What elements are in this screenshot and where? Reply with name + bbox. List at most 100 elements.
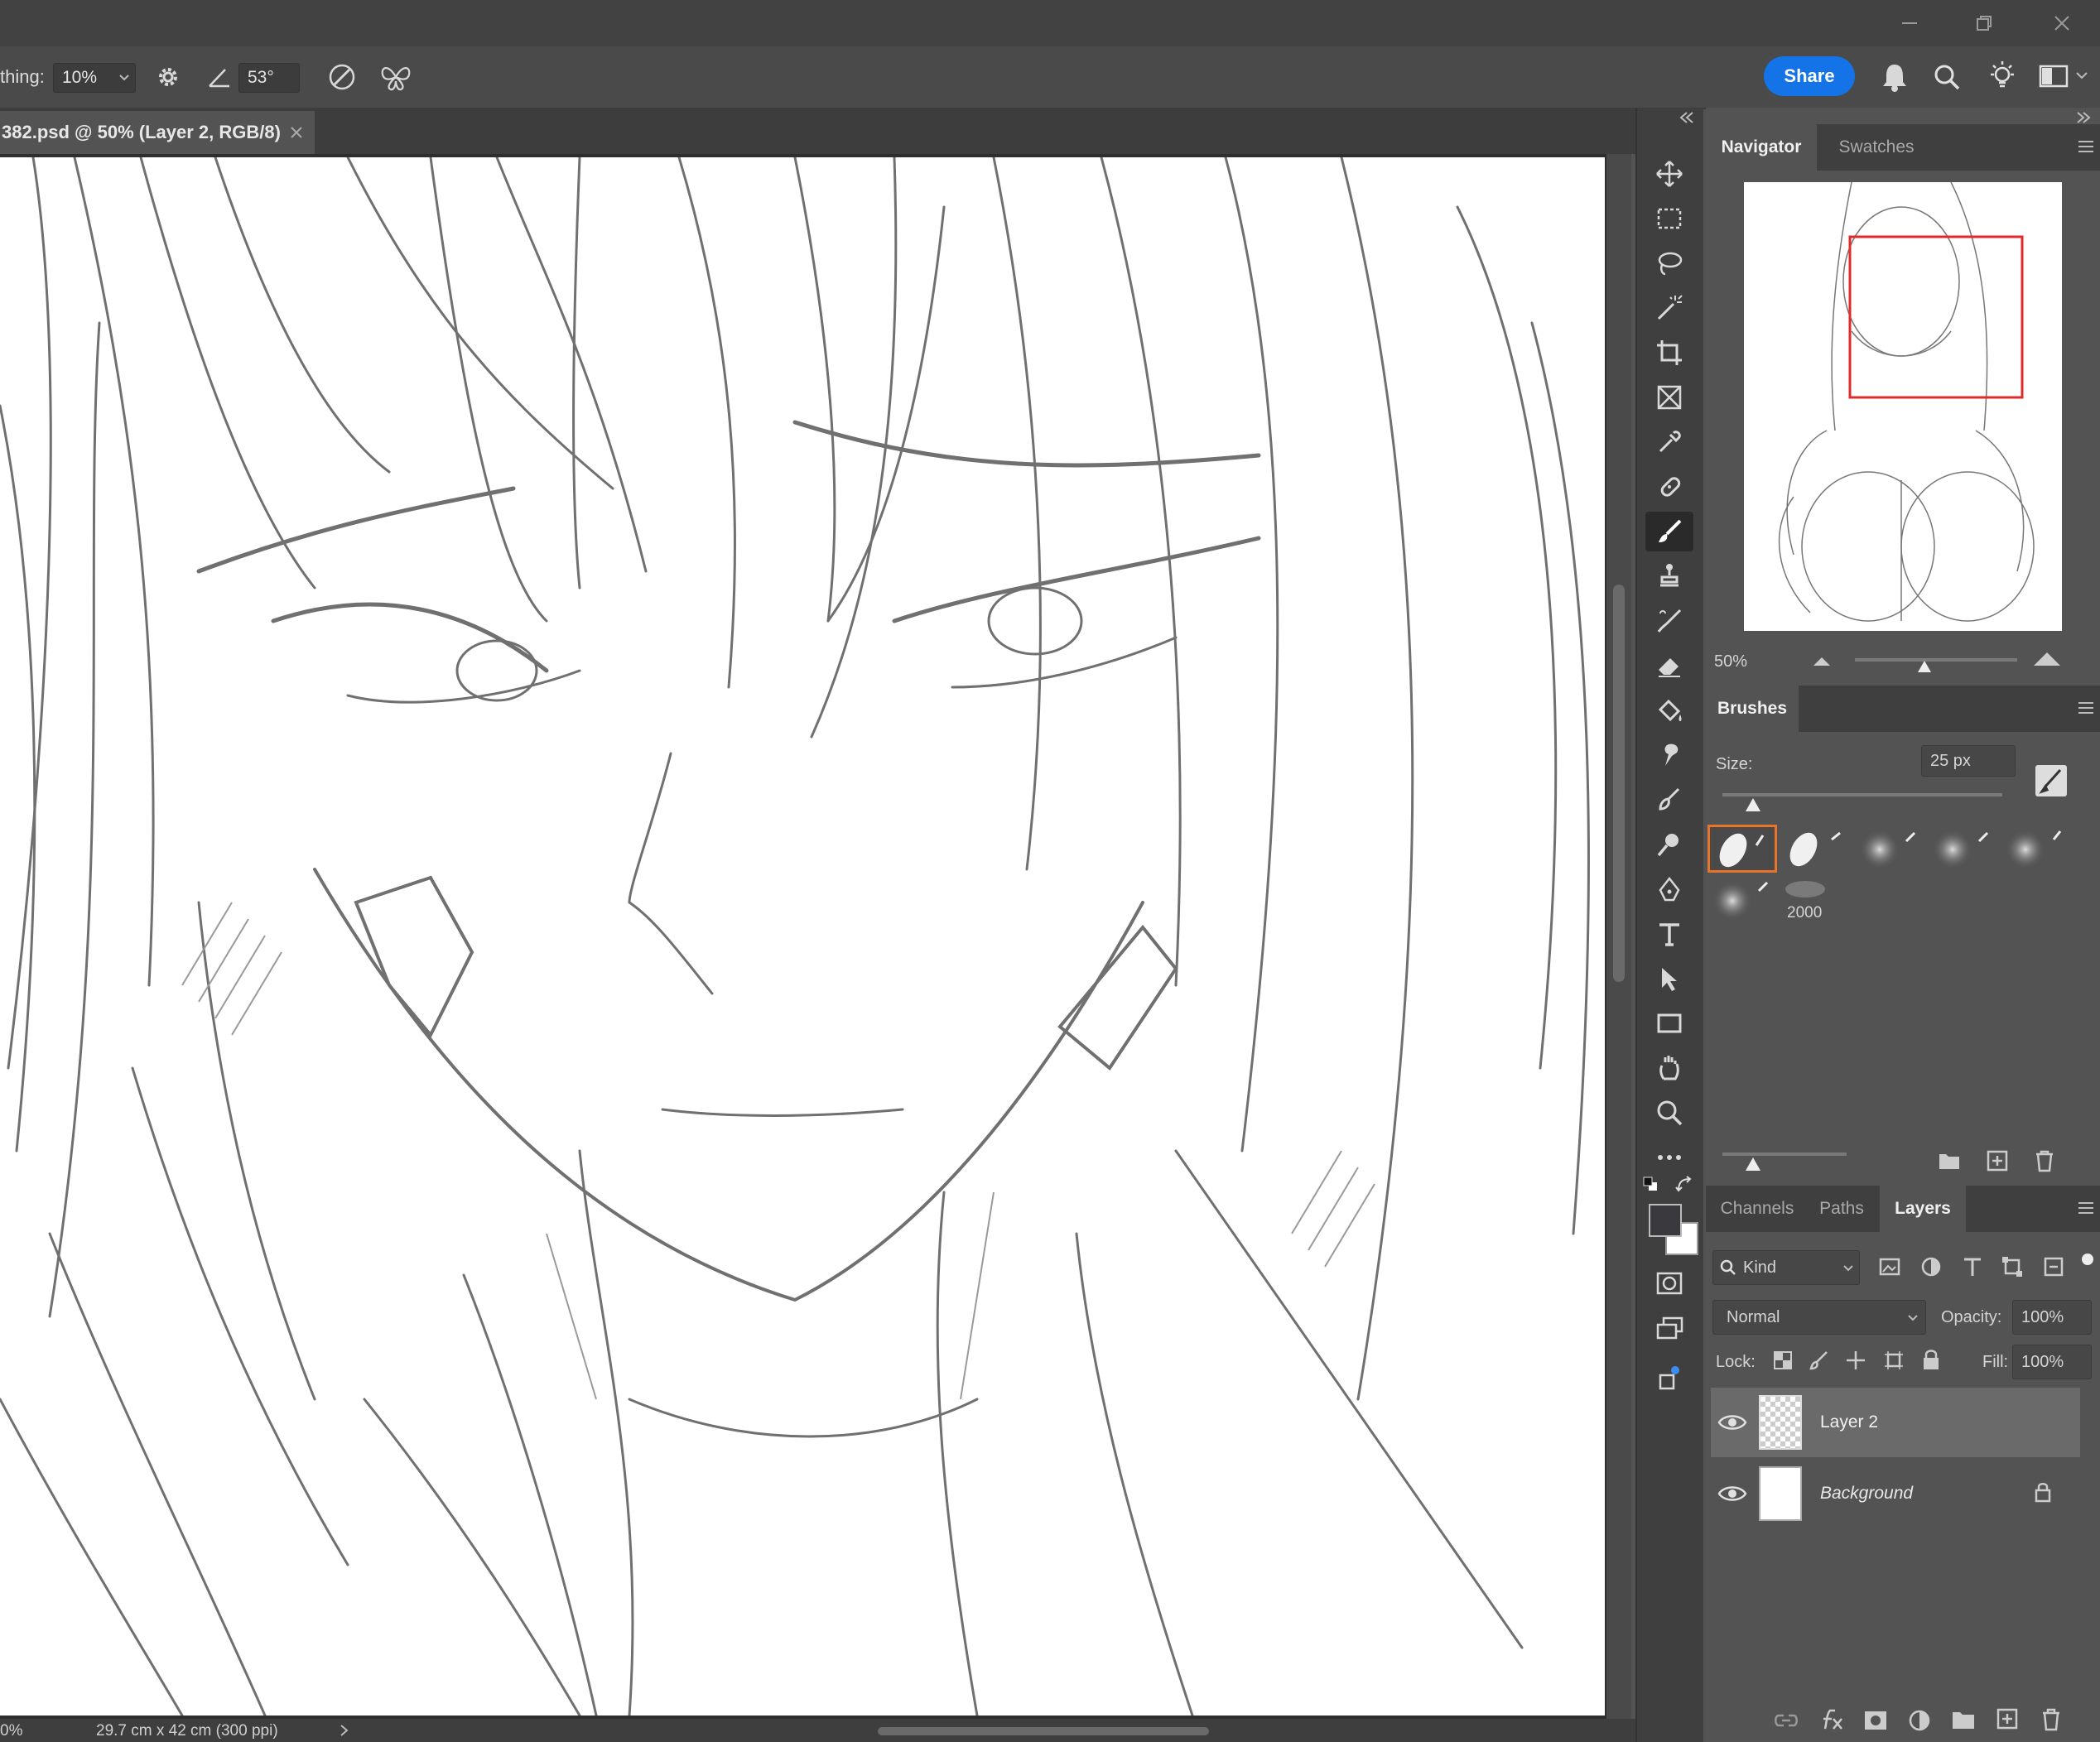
brush-preset-3[interactable] bbox=[1855, 825, 1924, 873]
rotate-view-tool[interactable] bbox=[1645, 1048, 1693, 1088]
minimize-button[interactable] bbox=[1876, 0, 1943, 46]
foreground-color-swatch[interactable] bbox=[1649, 1204, 1682, 1237]
default-colors-icon[interactable] bbox=[1642, 1176, 1659, 1192]
zoom-slider-handle[interactable] bbox=[1916, 659, 1933, 674]
smoothing-field[interactable]: 10% bbox=[53, 63, 136, 93]
brush-size-slider[interactable] bbox=[1722, 793, 2002, 796]
layer-name[interactable]: Layer 2 bbox=[1820, 1412, 1878, 1432]
navigator-preview[interactable] bbox=[1744, 182, 2062, 631]
layer-row-layer-2[interactable]: Layer 2 bbox=[1711, 1388, 2080, 1457]
drawing-canvas[interactable] bbox=[0, 157, 1605, 1716]
brush-settings-gear-icon[interactable] bbox=[154, 63, 182, 91]
group-folder-icon[interactable] bbox=[1951, 1709, 1976, 1730]
rectangle-tool[interactable] bbox=[1645, 1003, 1693, 1043]
history-brush-tool[interactable] bbox=[1645, 601, 1693, 641]
adjustment-layer-filter-icon[interactable] bbox=[1919, 1255, 1943, 1278]
layer-name[interactable]: Background bbox=[1820, 1484, 1913, 1504]
horizontal-scrollbar-thumb[interactable] bbox=[878, 1727, 1209, 1735]
smudge-tool[interactable] bbox=[1645, 735, 1693, 775]
workspace-icon[interactable] bbox=[2039, 63, 2090, 89]
vertical-scrollbar[interactable] bbox=[1606, 154, 1631, 1719]
restore-button[interactable] bbox=[1951, 0, 2017, 46]
frame-tool[interactable] bbox=[1645, 378, 1693, 417]
eye-icon[interactable] bbox=[1717, 1412, 1747, 1432]
collapse-left-icon[interactable] bbox=[1679, 111, 1695, 124]
brush-preset-6[interactable] bbox=[1707, 876, 1777, 924]
add-brush-icon[interactable] bbox=[1986, 1149, 2009, 1172]
brush-preset-7[interactable]: 2000 bbox=[1782, 876, 1852, 926]
layer-row-background[interactable]: Background bbox=[1711, 1459, 2080, 1528]
tab-layers[interactable]: Layers bbox=[1880, 1186, 1966, 1232]
link-layers-icon[interactable] bbox=[1774, 1711, 1799, 1730]
angle-field[interactable]: 53° bbox=[238, 63, 300, 93]
eye-icon[interactable] bbox=[1717, 1484, 1747, 1504]
symmetry-butterfly-icon[interactable] bbox=[379, 61, 412, 93]
lock-artboard-icon[interactable] bbox=[1883, 1350, 1905, 1371]
document-tab[interactable]: 382.psd @ 50% (Layer 2, RGB/8) bbox=[0, 111, 315, 154]
layer-filter-kind[interactable]: Kind bbox=[1712, 1250, 1860, 1285]
brush-preview-slider[interactable] bbox=[1722, 1153, 1847, 1156]
pressure-opacity-icon[interactable] bbox=[326, 61, 358, 93]
clone-stamp-tool[interactable] bbox=[1645, 556, 1693, 596]
paint-bucket-tool[interactable] bbox=[1645, 691, 1693, 730]
brush-preview-slider-handle[interactable] bbox=[1744, 1156, 1762, 1172]
close-window-button[interactable] bbox=[2029, 0, 2095, 46]
search-icon[interactable] bbox=[1933, 63, 1961, 91]
discover-lightbulb-icon[interactable] bbox=[1986, 60, 2019, 93]
panel-menu-icon[interactable] bbox=[2077, 1201, 2095, 1215]
chevron-right-icon[interactable] bbox=[340, 1724, 349, 1737]
bell-icon[interactable] bbox=[1880, 61, 1910, 93]
brush-preset-5[interactable] bbox=[2001, 825, 2070, 873]
type-tool[interactable] bbox=[1645, 914, 1693, 954]
crop-tool[interactable] bbox=[1645, 333, 1693, 373]
tab-swatches[interactable]: Swatches bbox=[1827, 124, 1926, 171]
dodge-tool[interactable] bbox=[1645, 825, 1693, 864]
tab-navigator[interactable]: Navigator bbox=[1706, 124, 1817, 171]
new-layer-icon[interactable] bbox=[1996, 1707, 2019, 1730]
folder-icon[interactable] bbox=[1938, 1151, 1961, 1171]
zoom-in-mountain-icon[interactable] bbox=[2032, 651, 2062, 667]
trash-icon[interactable] bbox=[2034, 1149, 2055, 1172]
brush-size-slider-handle[interactable] bbox=[1744, 796, 1762, 813]
pen-tool[interactable] bbox=[1645, 869, 1693, 909]
tab-brushes[interactable]: Brushes bbox=[1706, 686, 1799, 732]
layer-style-fx-icon[interactable] bbox=[1817, 1707, 1845, 1732]
marquee-tool[interactable] bbox=[1645, 199, 1693, 238]
eraser-tool[interactable] bbox=[1645, 646, 1693, 686]
path-selection-tool[interactable] bbox=[1645, 959, 1693, 999]
panel-menu-icon[interactable] bbox=[2077, 139, 2095, 154]
lasso-tool[interactable] bbox=[1645, 243, 1693, 283]
blend-mode-select[interactable]: Normal bbox=[1712, 1300, 1926, 1335]
move-tool[interactable] bbox=[1645, 154, 1693, 194]
scrollbar-thumb[interactable] bbox=[1613, 585, 1625, 982]
lock-all-icon[interactable] bbox=[1921, 1348, 1941, 1371]
mixer-brush-tool[interactable] bbox=[1645, 780, 1693, 820]
share-button[interactable]: Share bbox=[1764, 56, 1855, 96]
shape-layer-filter-icon[interactable] bbox=[2001, 1255, 2024, 1278]
panel-menu-icon[interactable] bbox=[2077, 700, 2095, 715]
brush-size-field[interactable]: 25 px bbox=[1921, 745, 2016, 777]
zoom-out-mountain-icon[interactable] bbox=[1812, 654, 1832, 667]
navigator-zoom-value[interactable]: 50% bbox=[1714, 652, 1747, 671]
filter-toggle-icon[interactable] bbox=[2082, 1254, 2093, 1265]
pixel-layer-filter-icon[interactable] bbox=[1878, 1255, 1901, 1278]
brush-preset-4[interactable] bbox=[1928, 825, 1997, 873]
generative-button[interactable] bbox=[1645, 1358, 1693, 1398]
new-brush-button[interactable] bbox=[2035, 765, 2067, 796]
type-layer-filter-icon[interactable] bbox=[1961, 1255, 1984, 1278]
delete-layer-icon[interactable] bbox=[2040, 1707, 2062, 1732]
tab-channels[interactable]: Channels bbox=[1706, 1186, 1809, 1232]
quick-mask-button[interactable] bbox=[1645, 1263, 1693, 1303]
zoom-tool[interactable] bbox=[1645, 1093, 1693, 1133]
screen-mode-button[interactable] bbox=[1645, 1308, 1693, 1348]
lock-position-icon[interactable] bbox=[1845, 1350, 1866, 1371]
fill-field[interactable]: 100% bbox=[2012, 1345, 2092, 1379]
tab-paths[interactable]: Paths bbox=[1809, 1186, 1875, 1232]
healing-brush-tool[interactable] bbox=[1645, 467, 1693, 507]
close-tab-icon[interactable] bbox=[290, 126, 303, 139]
brush-preset-selected[interactable] bbox=[1707, 825, 1777, 873]
eyedropper-tool[interactable] bbox=[1645, 422, 1693, 462]
opacity-field[interactable]: 100% bbox=[2012, 1300, 2092, 1335]
lock-image-pixels-icon[interactable] bbox=[1809, 1350, 1830, 1371]
brush-tool[interactable] bbox=[1645, 512, 1693, 551]
